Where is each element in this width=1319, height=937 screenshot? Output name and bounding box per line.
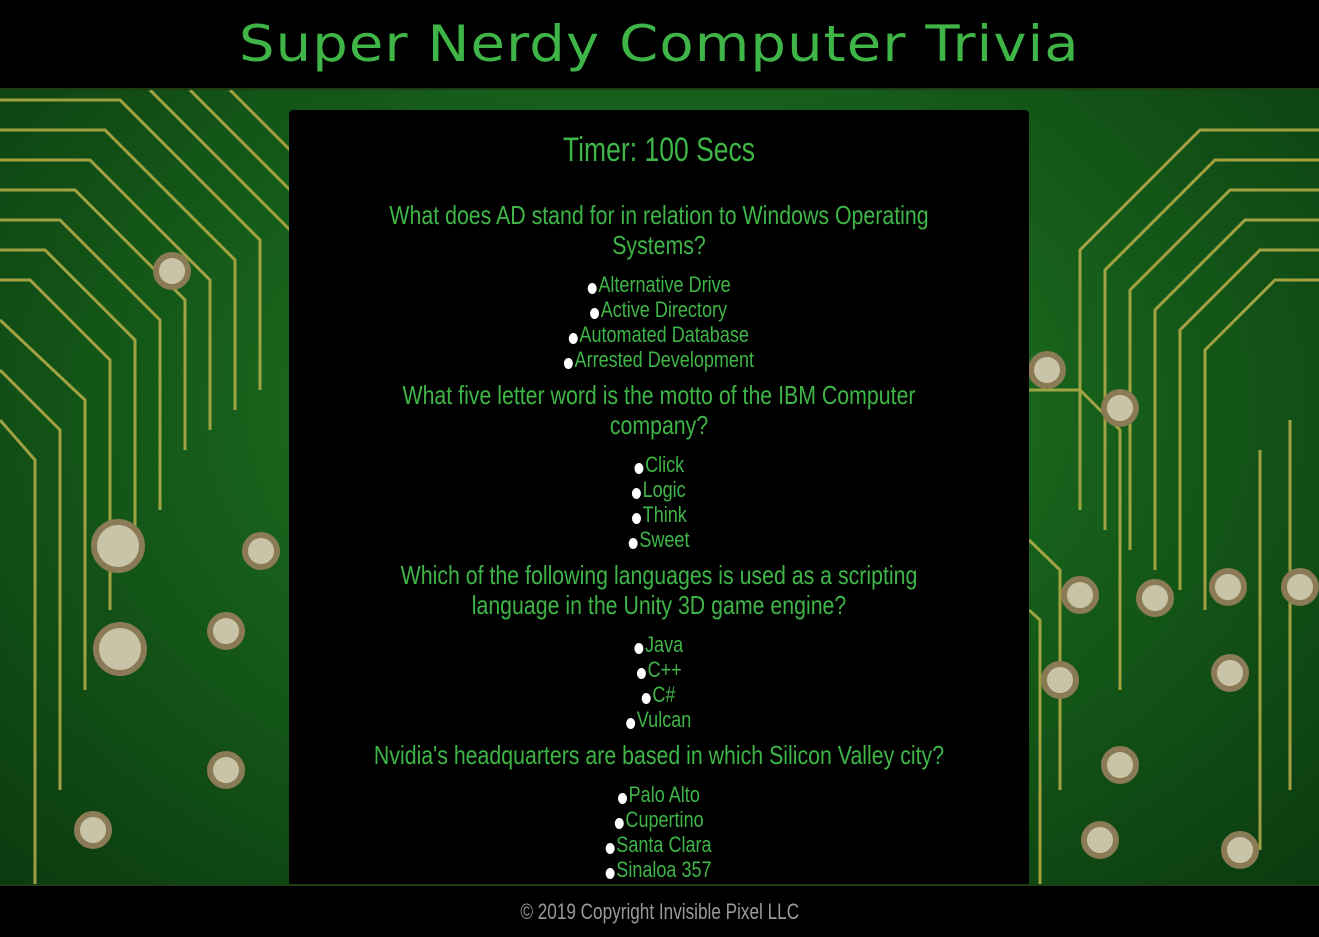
answer-option[interactable]: Alternative Drive <box>289 272 1029 297</box>
answer-option[interactable]: Think <box>289 502 1029 527</box>
radio-button[interactable] <box>634 643 644 654</box>
answer-option[interactable]: Sweet <box>289 527 1029 552</box>
answer-label: Logic <box>642 477 686 502</box>
question-2-answers: Click Logic Think Sweet <box>289 452 1029 552</box>
answer-option[interactable]: Sinaloa 357 <box>289 857 1029 882</box>
radio-button[interactable] <box>563 358 573 369</box>
quiz-panel: Timer: 100 Secs What does AD stand for i… <box>289 110 1029 884</box>
answer-label: Santa Clara <box>616 832 712 857</box>
radio-button[interactable] <box>614 818 624 829</box>
answer-option[interactable]: Active Directory <box>289 297 1029 322</box>
site-title: Super Nerdy Computer Trivia <box>239 15 1080 73</box>
radio-button[interactable] <box>634 463 644 474</box>
answer-option[interactable]: Automated Database <box>289 322 1029 347</box>
answer-label: Palo Alto <box>628 782 700 807</box>
radio-button[interactable] <box>606 868 616 879</box>
timer: Timer: 100 Secs <box>562 131 756 169</box>
answer-label: Java <box>645 632 684 657</box>
answer-label: Think <box>642 502 687 527</box>
radio-button[interactable] <box>590 308 600 319</box>
answer-label: Automated Database <box>579 322 750 347</box>
answer-label: Vulcan <box>637 707 692 732</box>
answer-option[interactable]: Click <box>289 452 1029 477</box>
site-header: Super Nerdy Computer Trivia <box>0 0 1319 90</box>
radio-button[interactable] <box>628 538 638 549</box>
question-4-text: Nvidia's headquarters are based in which… <box>373 740 945 770</box>
radio-button[interactable] <box>618 793 628 804</box>
answer-option[interactable]: Logic <box>289 477 1029 502</box>
answer-label: Active Directory <box>601 297 728 322</box>
answer-label: Sweet <box>639 527 690 552</box>
answer-label: Alternative Drive <box>598 272 731 297</box>
question-1-text: What does AD stand for in relation to Wi… <box>389 200 929 260</box>
site-footer: © 2019 Copyright Invisible Pixel LLC <box>0 884 1319 937</box>
answer-option[interactable]: C# <box>289 682 1029 707</box>
radio-button[interactable] <box>632 488 642 499</box>
answer-label: Cupertino <box>625 807 704 832</box>
answer-label: Click <box>644 452 684 477</box>
answer-label: Sinaloa 357 <box>616 857 712 882</box>
question-1-answers: Alternative Drive Active Directory Autom… <box>289 272 1029 372</box>
answer-label: Arrested Development <box>574 347 755 372</box>
radio-button[interactable] <box>568 333 578 344</box>
answer-label: C++ <box>647 657 682 682</box>
question-4-answers: Palo Alto Cupertino Santa Clara Sinaloa … <box>289 782 1029 882</box>
answer-option[interactable]: Vulcan <box>289 707 1029 732</box>
question-2-text: What five letter word is the motto of th… <box>402 380 916 440</box>
radio-button[interactable] <box>626 718 636 729</box>
question-3-answers: Java C++ C# Vulcan <box>289 632 1029 732</box>
answer-option[interactable]: C++ <box>289 657 1029 682</box>
radio-button[interactable] <box>606 843 616 854</box>
radio-button[interactable] <box>587 283 597 294</box>
answer-option[interactable]: Santa Clara <box>289 832 1029 857</box>
question-3-text: Which of the following languages is used… <box>400 560 918 620</box>
answer-option[interactable]: Java <box>289 632 1029 657</box>
radio-button[interactable] <box>636 668 646 679</box>
radio-button[interactable] <box>631 513 641 524</box>
copyright-text: © 2019 Copyright Invisible Pixel LLC <box>520 898 799 924</box>
answer-option[interactable]: Cupertino <box>289 807 1029 832</box>
radio-button[interactable] <box>642 693 652 704</box>
answer-label: C# <box>652 682 676 707</box>
answer-option[interactable]: Arrested Development <box>289 347 1029 372</box>
answer-option[interactable]: Palo Alto <box>289 782 1029 807</box>
